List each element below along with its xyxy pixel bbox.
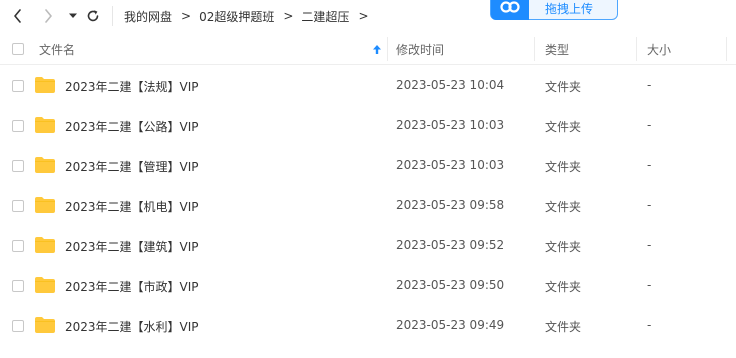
row-checkbox[interactable] [12, 200, 24, 212]
breadcrumb-separator: > [283, 9, 294, 23]
table-row[interactable]: 2023年二建【管理】VIP 2023-05-23 10:03 文件夹 - [0, 146, 736, 186]
chevron-right-icon [45, 9, 52, 23]
column-divider[interactable] [387, 37, 388, 61]
file-type: 文件夹 [545, 80, 582, 94]
column-header-type[interactable]: 类型 [545, 33, 569, 65]
breadcrumb-item-current[interactable]: 二建超压 [301, 8, 349, 25]
column-header-modified-label: 修改时间 [396, 42, 445, 57]
file-type: 文件夹 [545, 120, 582, 134]
file-modified-time: 2023-05-23 10:03 [396, 158, 505, 172]
folder-icon [35, 117, 55, 133]
file-list-header: 文件名 修改时间 类型 大小 [0, 33, 736, 65]
breadcrumb-separator: > [358, 9, 369, 23]
breadcrumb-item-root[interactable]: 我的网盘 [124, 8, 172, 25]
sort-ascending-icon[interactable] [372, 44, 382, 55]
column-header-name[interactable]: 文件名 [39, 33, 75, 65]
file-name[interactable]: 2023年二建【市政】VIP [65, 278, 199, 295]
infinity-link-icon [491, 0, 529, 20]
table-row[interactable]: 2023年二建【机电】VIP 2023-05-23 09:58 文件夹 - [0, 186, 736, 226]
folder-icon [35, 197, 55, 213]
table-row[interactable]: 2023年二建【公路】VIP 2023-05-23 10:03 文件夹 - [0, 106, 736, 146]
breadcrumb-separator: > [181, 9, 192, 23]
file-type: 文件夹 [545, 280, 582, 294]
file-name[interactable]: 2023年二建【法规】VIP [65, 78, 199, 95]
row-checkbox[interactable] [12, 120, 24, 132]
file-modified-time: 2023-05-23 09:58 [396, 198, 505, 212]
table-row[interactable]: 2023年二建【水利】VIP 2023-05-23 09:49 文件夹 - [0, 306, 736, 346]
chevron-left-icon [14, 9, 21, 23]
table-row[interactable]: 2023年二建【法规】VIP 2023-05-23 10:04 文件夹 - [0, 66, 736, 106]
toolbar-divider [112, 6, 113, 26]
folder-icon [35, 157, 55, 173]
file-size: - [647, 158, 652, 172]
file-size: - [647, 278, 652, 292]
file-modified-time: 2023-05-23 10:04 [396, 78, 505, 92]
file-name[interactable]: 2023年二建【管理】VIP [65, 158, 199, 175]
file-type: 文件夹 [545, 320, 582, 334]
forward-button[interactable] [38, 6, 58, 26]
toolbar: 我的网盘 > 02超级押题班 > 二建超压 > 拖拽上传 [0, 0, 736, 32]
back-button[interactable] [8, 6, 28, 26]
refresh-icon [87, 10, 99, 22]
row-checkbox[interactable] [12, 280, 24, 292]
column-divider[interactable] [534, 37, 535, 61]
column-header-modified[interactable]: 修改时间 [396, 33, 444, 65]
row-checkbox[interactable] [12, 80, 24, 92]
column-header-size[interactable]: 大小 [647, 33, 671, 65]
file-size: - [647, 238, 652, 252]
drag-upload-button[interactable]: 拖拽上传 [490, 0, 618, 20]
file-modified-time: 2023-05-23 09:49 [396, 318, 505, 332]
file-type: 文件夹 [545, 200, 582, 214]
table-row[interactable]: 2023年二建【市政】VIP 2023-05-23 09:50 文件夹 - [0, 266, 736, 306]
row-checkbox[interactable] [12, 320, 24, 332]
folder-icon [35, 277, 55, 293]
drag-upload-label: 拖拽上传 [545, 2, 594, 16]
folder-icon [35, 237, 55, 253]
column-divider[interactable] [636, 37, 637, 61]
select-all-checkbox[interactable] [12, 43, 24, 55]
file-type: 文件夹 [545, 160, 582, 174]
file-modified-time: 2023-05-23 09:50 [396, 278, 505, 292]
file-name[interactable]: 2023年二建【公路】VIP [65, 118, 199, 135]
file-type: 文件夹 [545, 240, 582, 254]
file-modified-time: 2023-05-23 09:52 [396, 238, 505, 252]
file-name[interactable]: 2023年二建【建筑】VIP [65, 238, 199, 255]
refresh-button[interactable] [83, 6, 103, 26]
file-size: - [647, 318, 652, 332]
column-divider[interactable] [726, 37, 727, 61]
file-size: - [647, 118, 652, 132]
file-modified-time: 2023-05-23 10:03 [396, 118, 505, 132]
folder-icon [35, 77, 55, 93]
file-name[interactable]: 2023年二建【机电】VIP [65, 198, 199, 215]
table-row[interactable]: 2023年二建【建筑】VIP 2023-05-23 09:52 文件夹 - [0, 226, 736, 266]
row-checkbox[interactable] [12, 240, 24, 252]
row-checkbox[interactable] [12, 160, 24, 172]
file-size: - [647, 198, 652, 212]
file-name[interactable]: 2023年二建【水利】VIP [65, 318, 199, 335]
column-header-size-label: 大小 [647, 42, 672, 57]
caret-down-icon [69, 13, 77, 18]
column-header-name-label: 文件名 [39, 42, 76, 57]
breadcrumb: 我的网盘 > 02超级押题班 > 二建超压 > [124, 7, 377, 25]
folder-icon [35, 317, 55, 333]
breadcrumb-item-folder[interactable]: 02超级押题班 [199, 8, 274, 25]
history-dropdown-button[interactable] [63, 6, 83, 26]
file-size: - [647, 78, 652, 92]
column-header-type-label: 类型 [545, 42, 570, 57]
